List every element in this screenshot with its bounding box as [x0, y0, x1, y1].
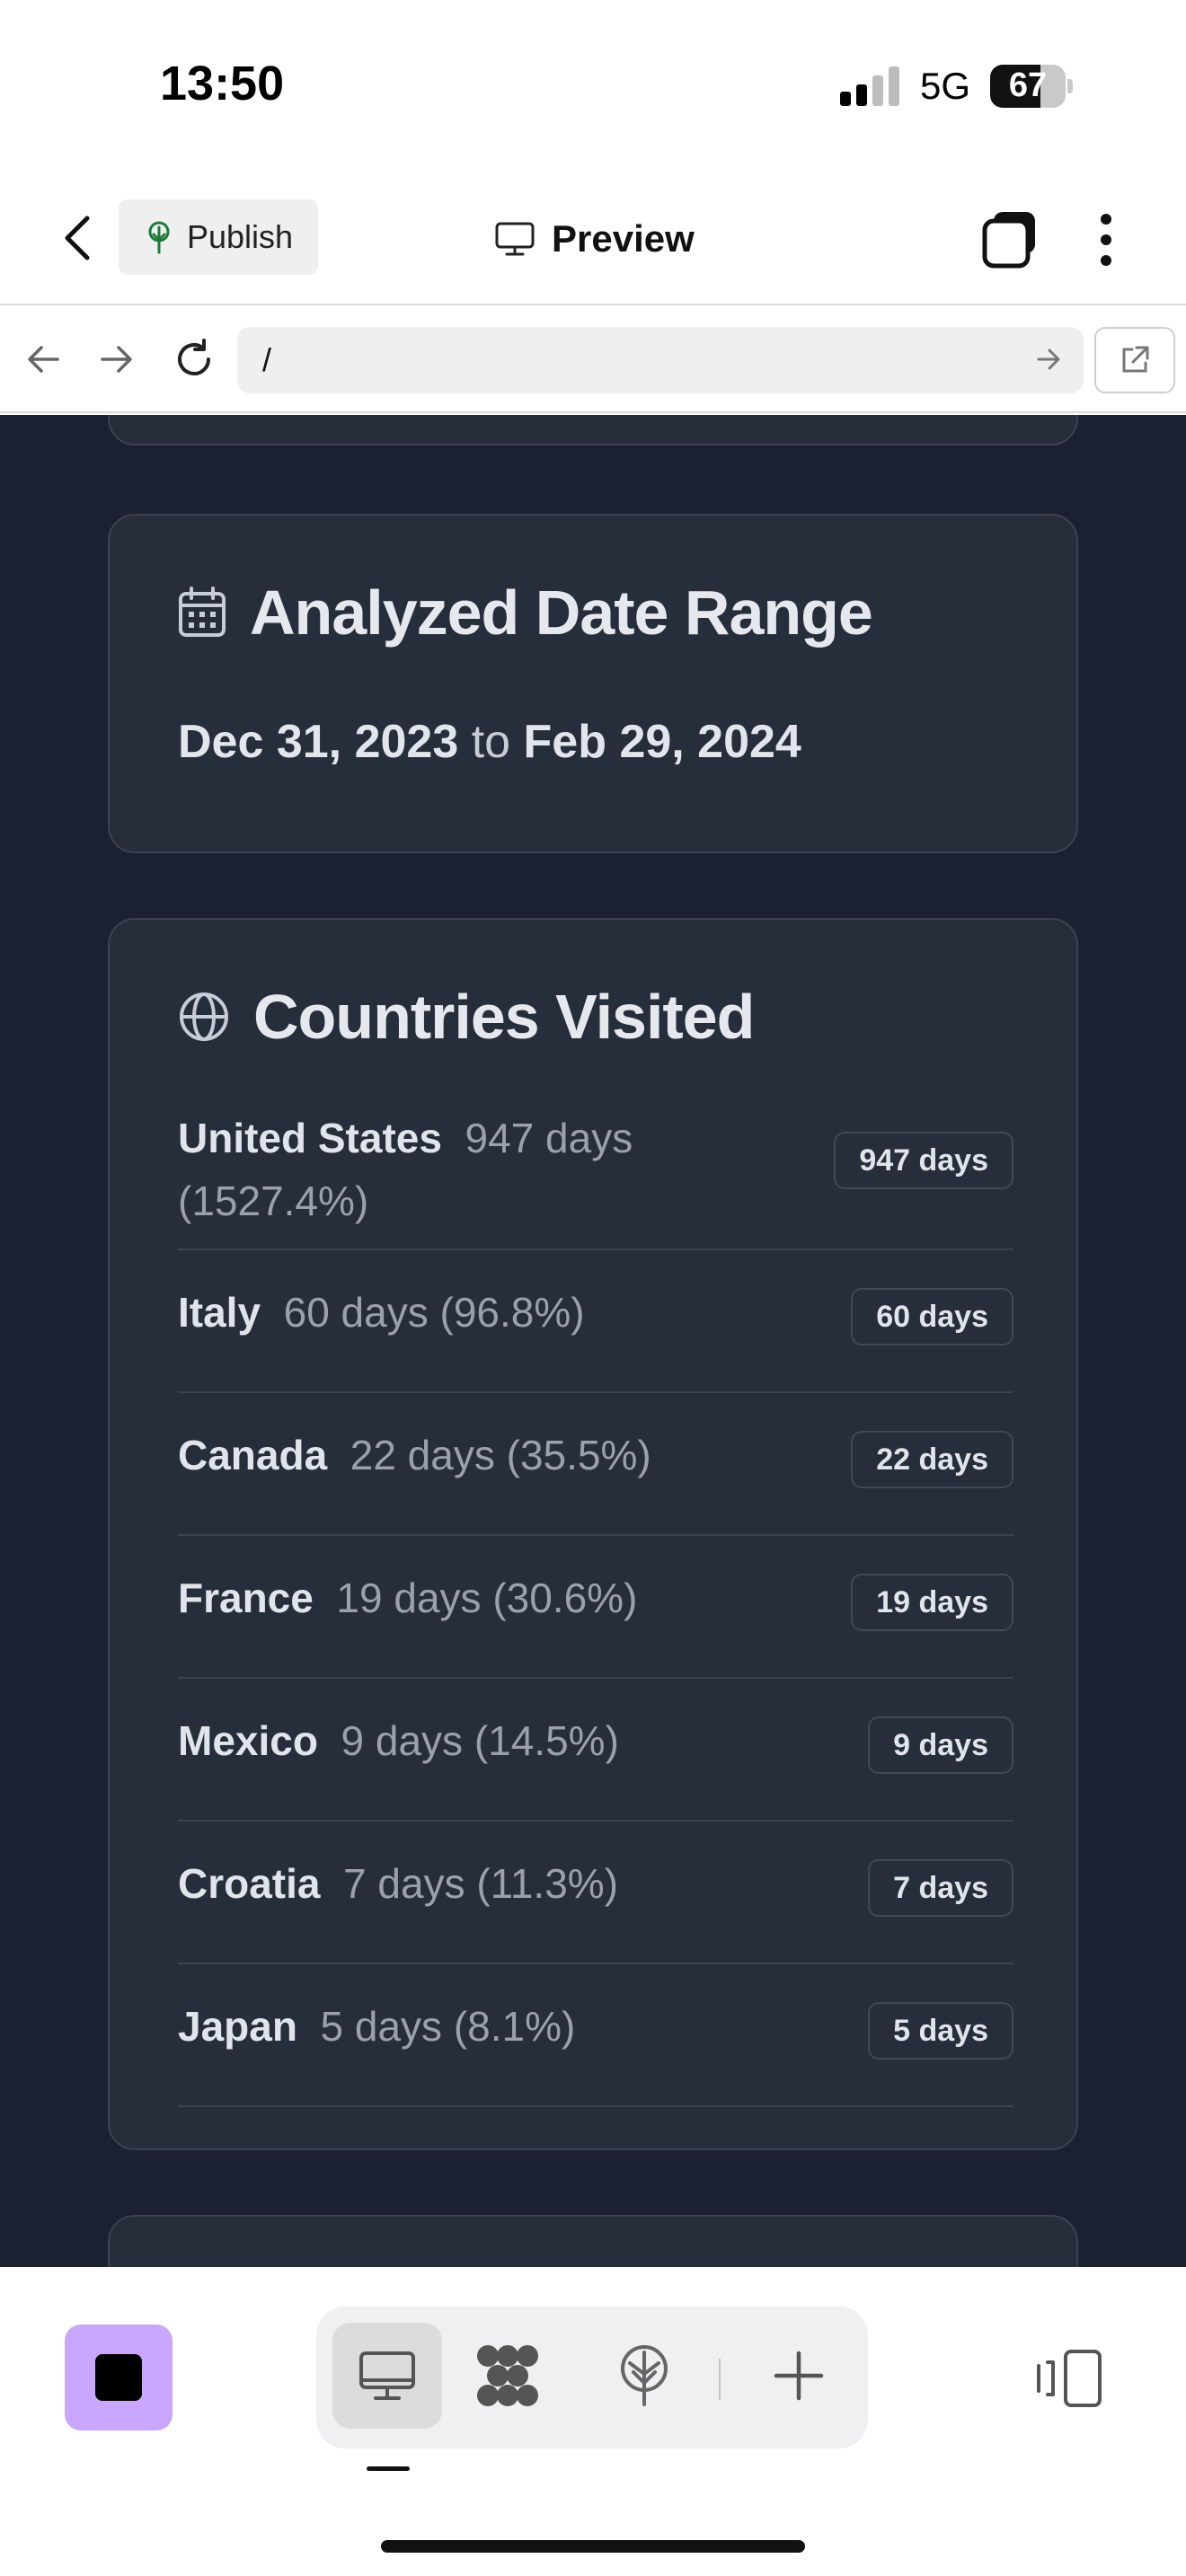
arrow-right-icon [101, 346, 132, 373]
countries-title: Countries Visited [253, 982, 755, 1052]
country-row: Mexico 9 days (14.5%) 9 days [178, 1679, 1013, 1822]
open-external-button[interactable] [1094, 327, 1175, 393]
deploy-button[interactable] [595, 2323, 694, 2429]
date-range-text: Dec 31, 2023 to Feb 29, 2024 [178, 715, 801, 769]
add-button[interactable] [749, 2323, 848, 2429]
toolbar-divider [719, 2359, 721, 2400]
web-preview-content[interactable]: Analyzed Date Range Dec 31, 2023 to Feb … [0, 415, 1186, 2267]
country-row: Italy 60 days (96.8%) 60 days [178, 1250, 1013, 1393]
plus-icon [774, 2351, 824, 2401]
country-badge: 60 days [851, 1288, 1013, 1345]
country-name: Canada [178, 1432, 328, 1478]
globe-icon [180, 992, 228, 1041]
countries-card: Countries Visited United States 947 days… [108, 918, 1078, 2150]
country-name: Mexico [178, 1717, 318, 1764]
country-badge: 9 days [868, 1716, 1013, 1774]
date-range-title: Analyzed Date Range [250, 578, 873, 648]
home-indicator [381, 2540, 805, 2553]
country-row: Croatia 7 days (11.3%) 7 days [178, 1822, 1013, 1964]
tree-icon [621, 2345, 668, 2406]
panel-toggle-icon[interactable] [1033, 2346, 1105, 2411]
country-name: France [178, 1575, 314, 1621]
desktop-view-button[interactable] [332, 2323, 442, 2429]
nav-forward-button[interactable] [92, 334, 142, 384]
country-name: Croatia [178, 1860, 321, 1907]
country-detail-percent: (1527.4%) [178, 1178, 369, 1224]
stop-button[interactable] [65, 2325, 173, 2430]
date-range-start: Dec 31, 2023 [178, 716, 459, 768]
next-card [108, 2215, 1078, 2267]
date-range-card: Analyzed Date Range Dec 31, 2023 to Feb … [108, 514, 1078, 853]
battery-icon: 67 [990, 65, 1073, 108]
external-link-icon [1122, 346, 1149, 373]
active-tab-indicator [367, 2466, 410, 2471]
previous-card [108, 415, 1078, 446]
more-options-button[interactable] [1084, 208, 1128, 271]
status-time: 13:50 [160, 57, 285, 110]
chevron-left-icon [65, 216, 90, 260]
network-nodes-icon [477, 2345, 538, 2406]
country-row: United States 947 days (1527.4%) 947 day… [178, 1107, 1013, 1250]
calendar-icon [179, 587, 226, 637]
country-name: Italy [178, 1289, 261, 1336]
country-row: France 19 days (30.6%) 19 days [178, 1536, 1013, 1679]
country-detail: 60 days (96.8%) [283, 1289, 585, 1336]
date-range-heading: Analyzed Date Range [178, 577, 873, 648]
monitor-icon [359, 2351, 415, 2400]
arrow-left-icon [28, 346, 59, 373]
preview-title: Preview [494, 210, 695, 268]
network-label: 5G [920, 65, 971, 107]
country-detail: 19 days (30.6%) [336, 1575, 638, 1621]
back-button[interactable] [50, 207, 104, 269]
country-detail: 7 days (11.3%) [343, 1860, 619, 1907]
workflow-button[interactable] [458, 2323, 557, 2429]
country-badge: 19 days [851, 1574, 1013, 1631]
publish-button[interactable]: Publish [119, 199, 318, 275]
country-row: Japan 5 days (8.1%) 5 days [178, 1964, 1013, 2107]
preview-label: Preview [552, 217, 695, 260]
country-badge: 947 days [834, 1132, 1013, 1189]
stop-icon [95, 2354, 142, 2401]
country-badge: 5 days [868, 2002, 1013, 2060]
countries-heading: Countries Visited [178, 981, 755, 1053]
country-badge: 7 days [868, 1859, 1013, 1917]
battery-percent: 67 [1008, 66, 1048, 104]
country-detail: 5 days (8.1%) [320, 2003, 576, 2050]
publish-label: Publish [186, 218, 294, 255]
country-name: United States [178, 1115, 442, 1161]
app-header: Publish Preview [0, 171, 1186, 305]
monitor-icon [495, 222, 535, 256]
country-row: Canada 22 days (35.5%) 22 days [178, 1393, 1013, 1536]
country-name: Japan [178, 2003, 297, 2050]
country-badge: 22 days [851, 1431, 1013, 1488]
country-detail: 947 days [465, 1115, 633, 1161]
date-range-end: Feb 29, 2024 [523, 716, 801, 768]
url-text: / [262, 341, 272, 378]
nav-back-button[interactable] [18, 334, 68, 384]
country-detail: 22 days (35.5%) [350, 1432, 651, 1478]
browser-toolbar: / [0, 307, 1186, 413]
signal-strength-icon [840, 66, 899, 106]
url-input[interactable]: / [237, 327, 1084, 393]
view-switcher [316, 2307, 868, 2448]
reload-icon [178, 339, 210, 375]
bottom-toolbar [0, 2267, 1186, 2576]
tree-icon [148, 221, 170, 254]
reload-button[interactable] [169, 334, 219, 384]
status-bar: 13:50 5G 67 [0, 0, 1186, 171]
go-arrow-icon[interactable] [1035, 343, 1064, 375]
tabs-icon[interactable] [979, 208, 1042, 271]
country-detail: 9 days (14.5%) [341, 1717, 619, 1764]
date-range-connector: to [471, 716, 511, 768]
